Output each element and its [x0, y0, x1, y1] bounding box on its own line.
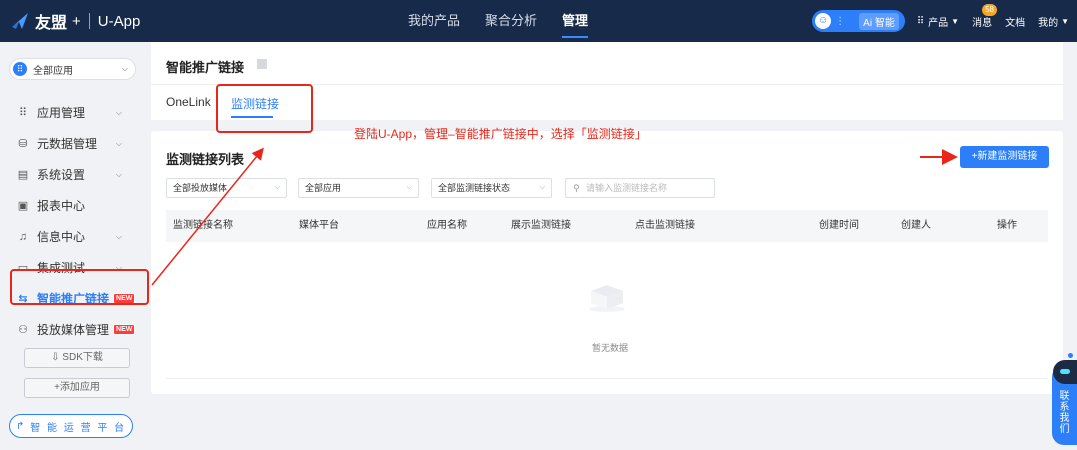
column-header: 媒体平台	[299, 220, 339, 231]
sidebar-item-label: 系统设置	[37, 168, 86, 182]
sidebar-item-system-settings[interactable]: ▤ 系统设置 ⌵	[16, 159, 136, 190]
sidebar-item-app-manage[interactable]: ⠿ 应用管理 ⌵	[16, 97, 136, 128]
top-right-tools: ☺ ⋮ Ai 智能 ⠿ 产品 ▼ 消息 58 文档 我的 ▼	[812, 0, 1069, 42]
search-icon: ⚲	[573, 183, 580, 193]
empty-state-text: 暂无数据	[591, 343, 628, 353]
docs-link[interactable]: 文档	[1005, 14, 1025, 29]
ai-dots: ⋮	[835, 15, 846, 27]
column-header: 创建时间	[819, 220, 859, 231]
messages-label: 消息	[972, 17, 993, 29]
tab-onelink[interactable]: OneLink	[166, 95, 211, 109]
monitor-links-panel: 监测链接列表 +新建监测链接 全部投放媒体 ⌵ 全部应用 ⌵ 全部监测链接状态 …	[151, 131, 1063, 394]
docs-label: 文档	[1005, 17, 1026, 29]
table-header: 监测链接名称 媒体平台 应用名称 展示监测链接 点击监测链接 创建时间 创建人 …	[166, 210, 1048, 242]
products-menu[interactable]: ⠿ 产品 ▼	[917, 14, 959, 29]
app-filter[interactable]: 全部应用 ⌵	[298, 178, 419, 198]
sidebar-item-label: 应用管理	[37, 106, 86, 120]
umeng-logo-icon	[12, 13, 28, 29]
settings-panel-icon: ▤	[17, 169, 29, 181]
chevron-down-icon: ⌵	[121, 64, 128, 73]
robot-icon[interactable]	[1053, 360, 1077, 384]
chevron-down-icon: ⌵	[406, 184, 412, 191]
sidebar-item-media-manage[interactable]: ⚇ 投放媒体管理 NEW	[16, 314, 136, 345]
bell-icon: ♫	[18, 230, 28, 243]
nav-my-products[interactable]: 我的产品	[408, 0, 460, 42]
sidebar-item-label: 报表中心	[37, 199, 86, 213]
table-divider	[166, 378, 1048, 379]
search-input[interactable]: ⚲ 请输入监测链接名称	[565, 178, 715, 198]
sidebar: ⠿ 全部应用 ⌵ ⠿ 应用管理 ⌵ ⛁ 元数据管理 ⌵ ▤ 系统设置 ⌵ ▣ 报…	[0, 42, 148, 450]
ai-label: Ai 智能	[859, 12, 899, 30]
instruction-note: 登陆U-App，管理–智能推广链接中，选择「监测链接」	[354, 127, 647, 141]
chevron-down-icon: ⌵	[115, 231, 122, 241]
robot-icon: ☺	[815, 13, 832, 29]
sidebar-item-info-center[interactable]: ♫ 信息中心 ⌵	[16, 221, 136, 252]
product-name: U-App	[97, 12, 141, 30]
sidebar-menu: ⠿ 应用管理 ⌵ ⛁ 元数据管理 ⌵ ▤ 系统设置 ⌵ ▣ 报表中心 ♫ 信息中…	[16, 97, 136, 345]
app-filter-value: 全部应用	[305, 183, 342, 193]
chevron-down-icon: ▼	[1061, 16, 1069, 26]
sidebar-item-metadata[interactable]: ⛁ 元数据管理 ⌵	[16, 128, 136, 159]
doc-icon[interactable]	[257, 59, 267, 69]
column-header: 操作	[997, 220, 1017, 231]
status-filter-value: 全部监测链接状态	[438, 183, 511, 193]
top-nav: 我的产品 聚合分析 管理	[408, 0, 613, 42]
my-label: 我的	[1038, 17, 1059, 29]
app-selector[interactable]: ⠿ 全部应用 ⌵	[9, 58, 136, 80]
chevron-down-icon: ⌵	[115, 107, 122, 117]
chevron-down-icon: ⌵	[274, 184, 280, 191]
chevron-down-icon: ▼	[951, 16, 960, 26]
new-monitor-link-button[interactable]: +新建监测链接	[960, 146, 1049, 168]
sdk-download-button[interactable]: ⇩ SDK下载	[24, 348, 130, 368]
highlight-box-tab	[216, 84, 313, 133]
messages-menu[interactable]: 消息 58	[972, 3, 997, 29]
add-app-button[interactable]: +添加应用	[24, 378, 130, 398]
my-menu[interactable]: 我的 ▼	[1038, 14, 1069, 29]
search-placeholder: 请输入监测链接名称	[586, 183, 668, 193]
nav-manage[interactable]: 管理	[562, 0, 589, 42]
media-filter[interactable]: 全部投放媒体 ⌵	[166, 178, 287, 198]
brand-divider	[88, 13, 90, 29]
ops-platform-label: 智 能 运 营 平 台	[30, 422, 127, 434]
column-header: 监测链接名称	[173, 220, 233, 231]
brand-plus: +	[72, 12, 81, 30]
ai-assistant-button[interactable]: ☺ ⋮ Ai 智能	[812, 10, 905, 32]
arrow-share-icon: ↱	[15, 420, 25, 432]
chevron-down-icon: ⌵	[539, 184, 545, 191]
grid-icon: ⠿	[916, 15, 925, 27]
sidebar-item-label: 投放媒体管理	[37, 323, 110, 337]
sidebar-item-label: 信息中心	[37, 230, 86, 244]
column-header: 展示监测链接	[511, 220, 571, 231]
top-bar: 友盟 + U-App 我的产品 聚合分析 管理 ☺ ⋮ Ai 智能 ⠿ 产品 ▼…	[0, 0, 1077, 42]
sidebar-item-reports[interactable]: ▣ 报表中心	[16, 190, 136, 221]
column-header: 创建人	[901, 220, 931, 231]
media-icon: ⚇	[18, 324, 28, 336]
brand-name: 友盟	[35, 15, 68, 32]
smart-ops-platform-button[interactable]: ↱ 智 能 运 营 平 台	[9, 414, 133, 438]
grid-list-icon: ⠿	[18, 107, 28, 119]
bot-antenna	[1068, 353, 1073, 358]
highlight-box-sidebar	[10, 269, 149, 305]
page-title: 智能推广链接	[166, 60, 245, 75]
list-title: 监测链接列表	[166, 152, 245, 167]
report-icon: ▣	[17, 200, 29, 212]
chevron-down-icon: ⌵	[115, 169, 122, 179]
apps-icon: ⠿	[13, 62, 27, 76]
app-selector-value: 全部应用	[33, 65, 73, 77]
new-tag: NEW	[113, 324, 136, 335]
products-label: 产品	[928, 17, 949, 29]
empty-box-icon	[589, 285, 625, 312]
messages-badge: 58	[982, 3, 997, 16]
media-filter-value: 全部投放媒体	[173, 183, 228, 193]
column-header: 点击监测链接	[635, 220, 695, 231]
database-icon: ⛁	[18, 138, 28, 150]
chevron-down-icon: ⌵	[115, 138, 122, 148]
status-filter[interactable]: 全部监测链接状态 ⌵	[431, 178, 552, 198]
sidebar-item-label: 元数据管理	[37, 137, 98, 151]
brand[interactable]: 友盟 + U-App	[10, 9, 140, 33]
nav-aggregate-analysis[interactable]: 聚合分析	[485, 0, 537, 42]
column-header: 应用名称	[427, 220, 467, 231]
